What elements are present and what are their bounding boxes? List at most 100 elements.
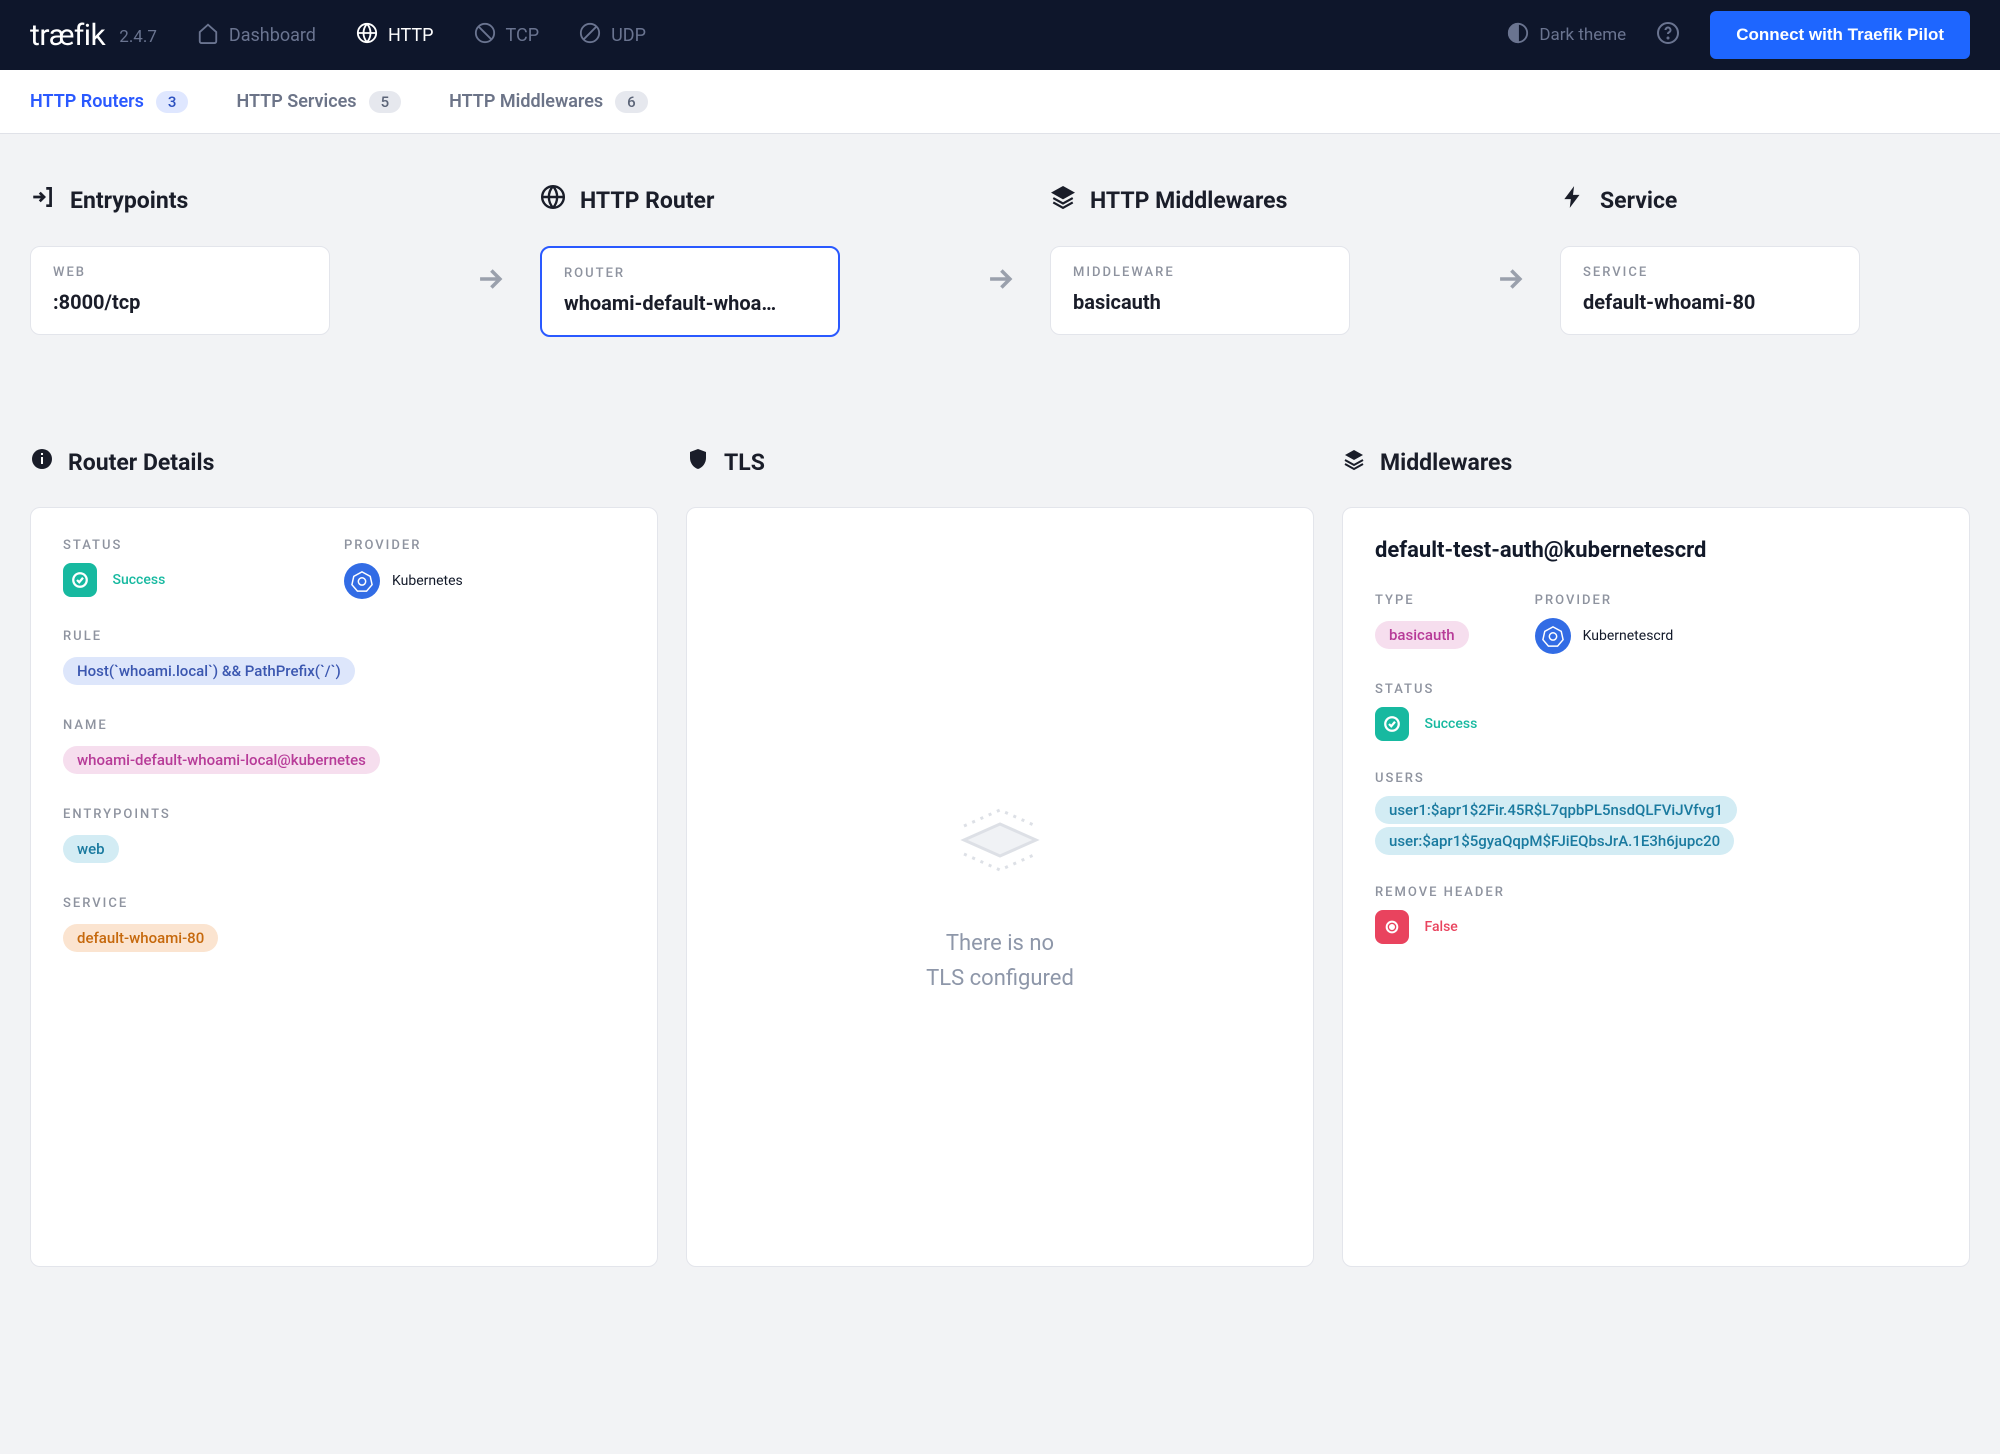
nav-http[interactable]: HTTP: [356, 22, 434, 49]
router-details-title: Router Details: [68, 449, 214, 476]
tls-section: TLS There is no TLS configured: [686, 447, 1314, 1267]
nav-udp-label: UDP: [611, 25, 646, 46]
info-icon: [30, 447, 54, 477]
content: Entrypoints WEB :8000/tcp HTTP Router RO…: [0, 134, 2000, 1307]
status-text: Success: [112, 572, 165, 588]
details-row: Router Details STATUS Success PRO: [30, 447, 1970, 1267]
flow-arrow-1: [440, 184, 540, 300]
tab-http-routers[interactable]: HTTP Routers 3: [30, 91, 188, 113]
router-card-label: ROUTER: [564, 266, 816, 281]
flow-arrow-2: [950, 184, 1050, 300]
flow-service: Service SERVICE default-whoami-80: [1560, 184, 1970, 335]
entrypoint-card-label: WEB: [53, 265, 307, 280]
tcp-icon: [474, 22, 496, 49]
name-label: NAME: [63, 718, 625, 733]
service-title: Service: [1600, 187, 1677, 214]
router-card[interactable]: ROUTER whoami-default-whoa…: [540, 246, 840, 337]
mw-provider-text: Kubernetescrd: [1583, 628, 1674, 644]
flow-row: Entrypoints WEB :8000/tcp HTTP Router RO…: [30, 184, 1970, 337]
nav-tcp[interactable]: TCP: [474, 22, 540, 49]
status-label: STATUS: [63, 538, 344, 553]
tab-http-services[interactable]: HTTP Services 5: [236, 91, 401, 113]
nav-dashboard-label: Dashboard: [229, 25, 316, 46]
tab-http-middlewares-count: 6: [615, 91, 648, 113]
router-details-section: Router Details STATUS Success PRO: [30, 447, 658, 1267]
status-false-icon: [1375, 910, 1409, 944]
mw-remove-text: False: [1424, 919, 1457, 935]
dark-theme-label: Dark theme: [1539, 25, 1626, 45]
nav-tcp-label: TCP: [506, 25, 540, 46]
middlewares-panel: default-test-auth@kubernetescrd TYPE bas…: [1342, 507, 1970, 1267]
nav-dashboard[interactable]: Dashboard: [197, 22, 316, 49]
flow-arrow-3: [1460, 184, 1560, 300]
dark-theme-toggle[interactable]: Dark theme: [1507, 22, 1626, 49]
tab-http-routers-label: HTTP Routers: [30, 91, 144, 112]
entrypoint-chip: web: [63, 835, 119, 863]
nav-http-label: HTTP: [388, 25, 434, 46]
tab-http-middlewares[interactable]: HTTP Middlewares 6: [449, 91, 648, 113]
service-chip[interactable]: default-whoami-80: [63, 924, 218, 952]
tab-http-routers-count: 3: [156, 91, 189, 113]
service-card[interactable]: SERVICE default-whoami-80: [1560, 246, 1860, 335]
mw-users-label: USERS: [1375, 771, 1937, 786]
brand-logo[interactable]: træfik: [30, 18, 105, 53]
globe-icon: [356, 22, 378, 49]
layers-icon: [1342, 447, 1366, 477]
mw-user-chip: user1:$apr1$2Fir.45R$L7qpbPL5nsdQLFViJVf…: [1375, 796, 1737, 824]
mw-remove-label: REMOVE HEADER: [1375, 885, 1937, 900]
http-subtabs: HTTP Routers 3 HTTP Services 5 HTTP Midd…: [0, 70, 2000, 134]
globe-icon: [540, 184, 566, 216]
arrow-right-icon: [1493, 262, 1527, 300]
middleware-card-label: MIDDLEWARE: [1073, 265, 1327, 280]
router-card-value: whoami-default-whoa…: [564, 291, 816, 315]
kubernetes-icon: [344, 563, 380, 599]
flow-entrypoints: Entrypoints WEB :8000/tcp: [30, 184, 440, 335]
middleware-card[interactable]: MIDDLEWARE basicauth: [1050, 246, 1350, 335]
flow-middlewares: HTTP Middlewares MIDDLEWARE basicauth: [1050, 184, 1460, 335]
router-details-panel: STATUS Success PROVIDER: [30, 507, 658, 1267]
service-card-label: SERVICE: [1583, 265, 1837, 280]
provider-text: Kubernetes: [392, 573, 463, 589]
service-label: SERVICE: [63, 896, 625, 911]
connect-pilot-button[interactable]: Connect with Traefik Pilot: [1710, 11, 1970, 59]
arrow-right-icon: [473, 262, 507, 300]
udp-icon: [579, 22, 601, 49]
mw-provider-label: PROVIDER: [1535, 593, 1674, 608]
mw-status-text: Success: [1424, 716, 1477, 732]
tls-panel: There is no TLS configured: [686, 507, 1314, 1267]
provider-label: PROVIDER: [344, 538, 625, 553]
router-title: HTTP Router: [580, 187, 714, 214]
rule-chip: Host(`whoami.local`) && PathPrefix(`/`): [63, 657, 355, 685]
entrypoints-title: Entrypoints: [70, 187, 188, 214]
entrypoints-label: ENTRYPOINTS: [63, 807, 625, 822]
status-success-icon: [1375, 707, 1409, 741]
middleware-card-value: basicauth: [1073, 290, 1327, 314]
entrypoint-card[interactable]: WEB :8000/tcp: [30, 246, 330, 335]
layers-empty-icon: [940, 778, 1060, 902]
middleware-name: default-test-auth@kubernetescrd: [1375, 538, 1937, 563]
help-button[interactable]: [1656, 21, 1680, 49]
top-nav: træfik 2.4.7 Dashboard HTTP TCP UDP: [0, 0, 2000, 70]
middlewares-section-title: Middlewares: [1380, 449, 1512, 476]
bolt-icon: [1560, 184, 1586, 216]
arrow-right-icon: [983, 262, 1017, 300]
shield-icon: [686, 447, 710, 477]
middlewares-section: Middlewares default-test-auth@kubernetes…: [1342, 447, 1970, 1267]
middlewares-title: HTTP Middlewares: [1090, 187, 1287, 214]
rule-label: RULE: [63, 629, 625, 644]
status-success-icon: [63, 563, 97, 597]
entrypoints-icon: [30, 184, 56, 216]
tls-empty-text: There is no TLS configured: [926, 926, 1074, 996]
service-card-value: default-whoami-80: [1583, 290, 1837, 314]
tab-http-middlewares-label: HTTP Middlewares: [449, 91, 603, 112]
home-icon: [197, 22, 219, 49]
contrast-icon: [1507, 22, 1529, 49]
layers-icon: [1050, 184, 1076, 216]
version-label: 2.4.7: [119, 27, 157, 47]
help-icon: [1656, 33, 1680, 49]
tab-http-services-count: 5: [369, 91, 402, 113]
name-chip: whoami-default-whoami-local@kubernetes: [63, 746, 380, 774]
entrypoint-card-value: :8000/tcp: [53, 290, 307, 314]
tls-title: TLS: [724, 449, 765, 476]
nav-udp[interactable]: UDP: [579, 22, 646, 49]
